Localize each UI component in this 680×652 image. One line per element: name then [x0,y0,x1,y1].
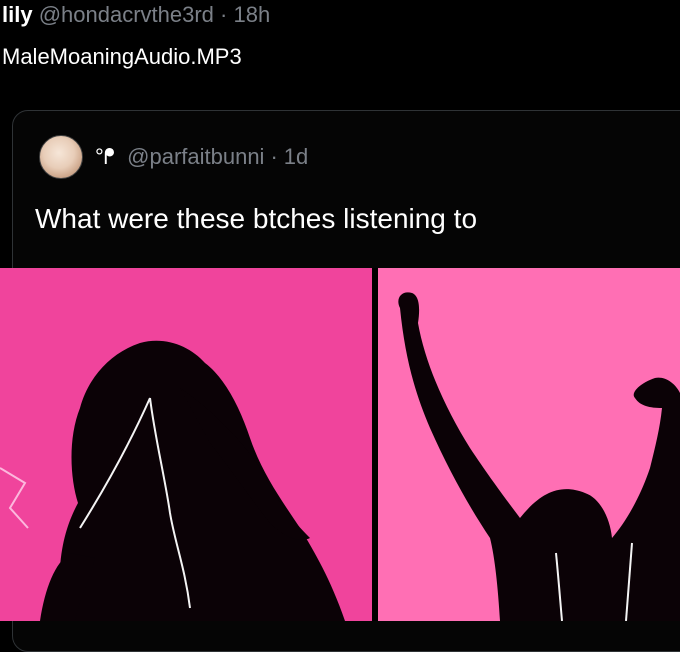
author-handle[interactable]: @hondacrvthe3rd [39,2,214,27]
tweet-text: MaleMoaningAudio.MP3 [2,44,242,69]
quoted-time-separator: · [270,144,278,169]
author-name[interactable]: lily [2,2,33,27]
panel-divider [372,268,378,621]
outer-tweet-header: lily @hondacrvthe3rd · 18h [2,0,270,30]
media-image [0,268,680,621]
quoted-tweet-text: What were these btches listening to [35,203,478,234]
media-grid[interactable] [0,268,680,621]
post-time[interactable]: 18h [234,2,271,27]
quoted-handle[interactable]: @parfaitbunni [127,144,264,170]
avatar[interactable] [39,135,83,179]
time-separator: · [220,2,228,27]
quoted-tweet-header: °ᖰ @parfaitbunni · 1d [39,135,308,179]
quoted-display-name[interactable]: °ᖰ [95,144,115,170]
quoted-post-time[interactable]: 1d [284,144,308,170]
